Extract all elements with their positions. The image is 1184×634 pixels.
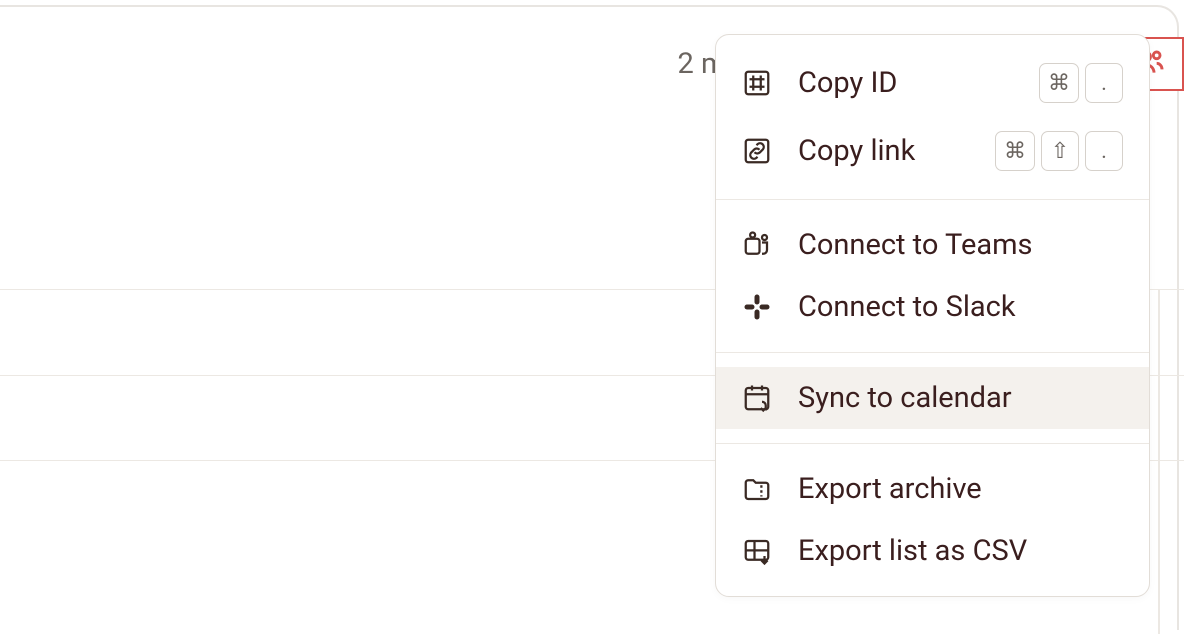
keyboard-shortcut: ⌘ .	[1039, 63, 1123, 103]
key: ⌘	[1039, 63, 1079, 103]
key: ⇧	[1041, 131, 1079, 171]
menu-label: Connect to Slack	[798, 290, 1123, 324]
menu-label: Copy ID	[798, 66, 1013, 100]
menu-item-connect-teams[interactable]: Connect to Teams	[716, 214, 1149, 276]
calendar-sync-icon	[742, 383, 772, 413]
menu-section-connect: Connect to Teams Connect to Slack	[716, 200, 1149, 353]
menu-item-copy-id[interactable]: Copy ID ⌘ .	[716, 49, 1149, 117]
link-icon	[742, 136, 772, 166]
key: ⌘	[995, 131, 1035, 171]
key: .	[1085, 131, 1123, 171]
menu-item-connect-slack[interactable]: Connect to Slack	[716, 276, 1149, 338]
teams-icon	[742, 230, 772, 260]
menu-label: Copy link	[798, 134, 969, 168]
key: .	[1085, 63, 1123, 103]
archive-icon	[742, 474, 772, 504]
menu-item-export-csv[interactable]: Export list as CSV	[716, 520, 1149, 582]
actions-dropdown: Copy ID ⌘ . Copy link ⌘ ⇧ .	[715, 34, 1150, 597]
table-download-icon	[742, 536, 772, 566]
menu-item-export-archive[interactable]: Export archive	[716, 458, 1149, 520]
keyboard-shortcut: ⌘ ⇧ .	[995, 131, 1123, 171]
menu-label: Connect to Teams	[798, 228, 1123, 262]
menu-section-sync: Sync to calendar	[716, 353, 1149, 444]
menu-section-copy: Copy ID ⌘ . Copy link ⌘ ⇧ .	[716, 35, 1149, 200]
hash-icon	[742, 68, 772, 98]
menu-item-copy-link[interactable]: Copy link ⌘ ⇧ .	[716, 117, 1149, 185]
menu-label: Export archive	[798, 472, 1123, 506]
menu-section-export: Export archive Export list as CSV	[716, 444, 1149, 596]
menu-label: Sync to calendar	[798, 381, 1123, 415]
slack-icon	[742, 292, 772, 322]
menu-label: Export list as CSV	[798, 534, 1123, 568]
menu-item-sync-calendar[interactable]: Sync to calendar	[716, 367, 1149, 429]
column-divider	[1158, 289, 1160, 634]
